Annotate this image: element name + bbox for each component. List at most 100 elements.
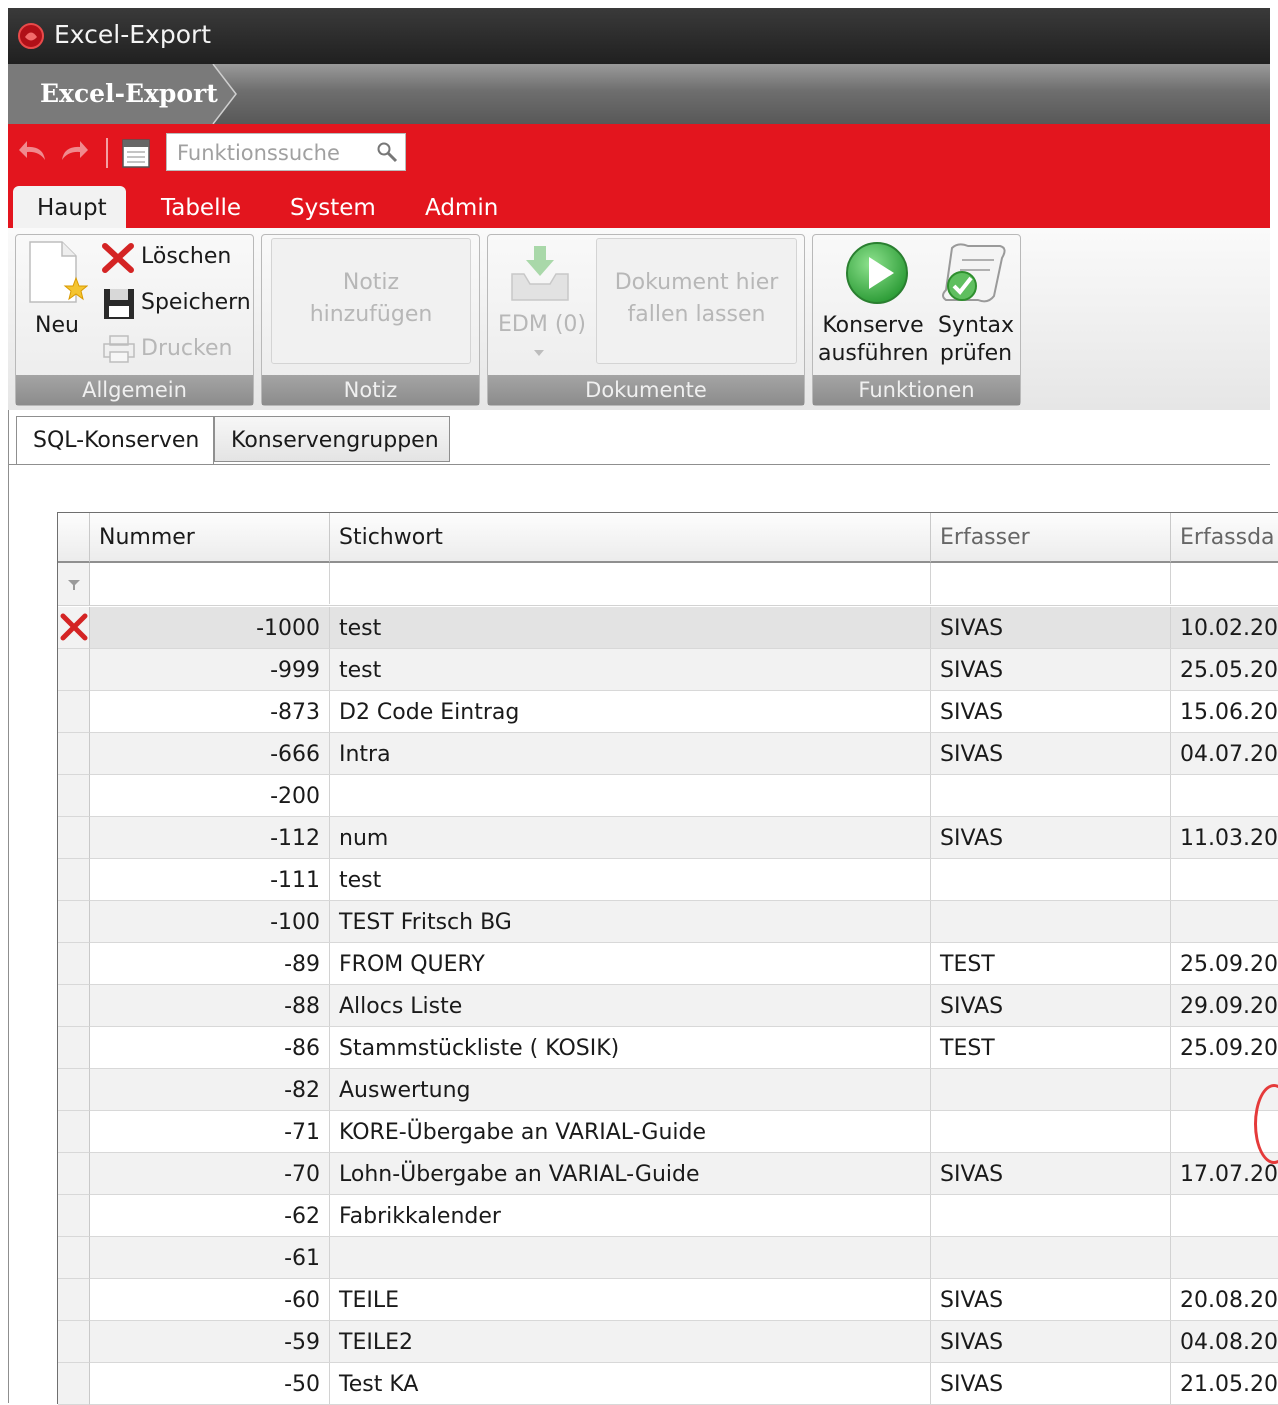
table-row[interactable]: -59 TEILE2 SIVAS 04.08.20 xyxy=(90,1321,1278,1363)
save-icon[interactable] xyxy=(102,287,136,321)
table-row[interactable]: -62 Fabrikkalender xyxy=(90,1195,1278,1237)
tab-admin[interactable]: Admin xyxy=(405,186,515,228)
table-row[interactable]: -666 Intra SIVAS 04.07.20 xyxy=(90,733,1278,775)
cell-erfasser xyxy=(931,1111,1171,1152)
row-selector[interactable] xyxy=(58,733,90,775)
delete-button[interactable]: Löschen xyxy=(141,244,231,269)
run-query-line1[interactable]: Konserve xyxy=(818,313,928,338)
cell-erfasser xyxy=(931,1195,1171,1236)
cell-stichwort: FROM QUERY xyxy=(330,943,931,984)
row-selector[interactable] xyxy=(58,1195,90,1237)
cell-nummer: -50 xyxy=(90,1363,330,1404)
filter-cell-erfasser[interactable] xyxy=(931,563,1171,604)
play-icon[interactable] xyxy=(844,240,910,306)
tab-sql-konserven[interactable]: SQL-Konserven xyxy=(16,416,214,464)
save-button[interactable]: Speichern xyxy=(141,290,251,315)
drop-zone-line2: fallen lassen xyxy=(627,302,766,327)
print-button[interactable]: Drucken xyxy=(141,336,232,361)
cell-nummer: -666 xyxy=(90,733,330,774)
calendar-icon[interactable] xyxy=(121,137,151,169)
table-row[interactable]: -71 KORE-Übergabe an VARIAL-Guide xyxy=(90,1111,1278,1153)
row-selector[interactable] xyxy=(58,775,90,817)
row-selector[interactable] xyxy=(58,1111,90,1153)
row-selector[interactable] xyxy=(58,817,90,859)
cell-erfassdatum: 15.06.20 xyxy=(1180,700,1278,725)
search-icon[interactable] xyxy=(375,140,399,164)
filter-cell-nummer[interactable] xyxy=(90,563,330,604)
redo-icon[interactable] xyxy=(58,138,90,164)
table-row[interactable]: -86 Stammstückliste ( KOSIK) TEST 25.09.20 xyxy=(90,1027,1278,1069)
cell-stichwort: test xyxy=(330,859,931,900)
table-row[interactable]: -60 TEILE SIVAS 20.08.20 xyxy=(90,1279,1278,1321)
breadcrumb-item[interactable]: Excel-Export xyxy=(8,64,238,124)
cell-nummer: -999 xyxy=(90,649,330,690)
cell-nummer: -60 xyxy=(90,1279,330,1320)
column-header-erfassdatum[interactable]: Erfassda xyxy=(1171,513,1278,563)
tab-tabelle[interactable]: Tabelle xyxy=(140,186,260,228)
table-row[interactable]: -1000 test SIVAS 10.02.20 xyxy=(90,607,1278,649)
print-icon[interactable] xyxy=(102,334,136,364)
table-row[interactable]: -88 Allocs Liste SIVAS 29.09.20 xyxy=(90,985,1278,1027)
table-row[interactable]: -111 test xyxy=(90,859,1278,901)
syntax-check-line1[interactable]: Syntax xyxy=(928,313,1024,338)
filter-cell-datum[interactable] xyxy=(1171,563,1278,604)
cell-erfasser: SIVAS xyxy=(931,691,1171,732)
table-row[interactable]: -112 num SIVAS 11.03.20 xyxy=(90,817,1278,859)
cell-stichwort: test xyxy=(330,649,931,690)
app-logo-icon xyxy=(18,23,44,49)
add-note-line2: hinzufügen xyxy=(309,302,433,327)
tab-system[interactable]: System xyxy=(270,186,380,228)
table-row[interactable]: -82 Auswertung xyxy=(90,1069,1278,1111)
row-selector[interactable] xyxy=(58,691,90,733)
row-selector[interactable] xyxy=(58,859,90,901)
function-search-input[interactable] xyxy=(175,138,375,168)
edm-button[interactable]: EDM (0) xyxy=(498,312,586,337)
cell-erfassdatum xyxy=(1171,775,1278,816)
filter-row[interactable] xyxy=(90,563,1278,606)
tab-haupt[interactable]: Haupt xyxy=(13,186,126,228)
undo-icon[interactable] xyxy=(17,138,49,164)
column-header-stichwort[interactable]: Stichwort xyxy=(330,513,931,563)
run-query-line2[interactable]: ausführen xyxy=(818,341,929,366)
cell-erfassdatum: 04.08.20 xyxy=(1180,1330,1278,1355)
tab-konservengruppen[interactable]: Konservengruppen xyxy=(214,416,450,462)
row-selector[interactable] xyxy=(58,1069,90,1111)
syntax-check-icon[interactable] xyxy=(938,240,1010,306)
delete-mark-icon xyxy=(60,613,88,641)
row-selector[interactable] xyxy=(58,1279,90,1321)
table-row[interactable]: -61 xyxy=(90,1237,1278,1279)
edm-import-icon[interactable] xyxy=(506,244,574,304)
column-header-erfasser[interactable]: Erfasser xyxy=(931,513,1171,563)
table-row[interactable]: -89 FROM QUERY TEST 25.09.20 xyxy=(90,943,1278,985)
filter-cell-stichwort[interactable] xyxy=(330,563,931,604)
document-drop-zone[interactable] xyxy=(596,238,797,364)
table-row[interactable]: -999 test SIVAS 25.05.20 xyxy=(90,649,1278,691)
column-header-nummer[interactable]: Nummer xyxy=(90,513,330,563)
table-row[interactable]: -200 xyxy=(90,775,1278,817)
chevron-down-icon[interactable] xyxy=(532,348,546,358)
new-button[interactable]: Neu xyxy=(35,313,79,338)
row-selector[interactable] xyxy=(58,649,90,691)
function-search-box[interactable] xyxy=(166,133,406,171)
table-row[interactable]: -50 Test KA SIVAS 21.05.20 xyxy=(90,1363,1278,1405)
cell-erfassdatum: 25.09.20 xyxy=(1180,1036,1278,1061)
row-selector[interactable] xyxy=(58,985,90,1027)
table-row[interactable]: -100 TEST Fritsch BG xyxy=(90,901,1278,943)
table-row[interactable]: -70 Lohn-Übergabe an VARIAL-Guide SIVAS 17.… xyxy=(90,1153,1278,1195)
row-selector[interactable] xyxy=(58,1363,90,1405)
cell-stichwort xyxy=(330,1237,931,1278)
row-selector[interactable] xyxy=(58,1321,90,1363)
delete-icon[interactable] xyxy=(101,242,135,274)
cell-stichwort: Intra xyxy=(330,733,931,774)
row-selector[interactable] xyxy=(58,1153,90,1195)
syntax-check-line2[interactable]: prüfen xyxy=(928,341,1024,366)
toolbar-separator xyxy=(106,138,108,168)
new-document-icon[interactable] xyxy=(26,240,88,306)
row-selector[interactable] xyxy=(58,901,90,943)
table-row[interactable]: -873 D2 Code Eintrag SIVAS 15.06.20 xyxy=(90,691,1278,733)
row-selector[interactable] xyxy=(58,607,90,649)
row-selector[interactable] xyxy=(58,1027,90,1069)
row-selector[interactable] xyxy=(58,1237,90,1279)
add-note-button[interactable] xyxy=(271,238,471,364)
row-selector[interactable] xyxy=(58,943,90,985)
